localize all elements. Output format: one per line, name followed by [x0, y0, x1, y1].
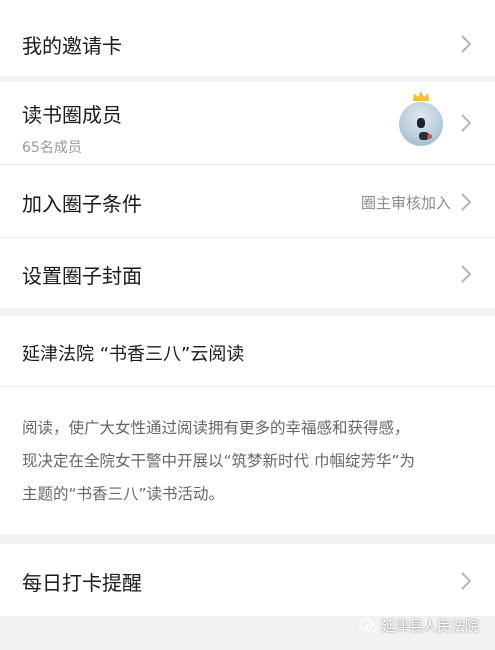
invite-card-label: 我的邀请卡	[22, 34, 122, 58]
chevron-right-icon	[459, 571, 473, 591]
daily-reminder-label: 每日打卡提醒	[22, 571, 142, 595]
description-line: 现决定在全院女干警中开展以“筑梦新时代 巾帼绽芳华”为	[22, 452, 415, 470]
chevron-right-icon	[459, 192, 473, 212]
cover-row[interactable]: 设置圈子封面	[0, 238, 495, 308]
description-line: 阅读，使广大女性通过阅读拥有更多的幸福感和获得感，	[22, 419, 410, 437]
chevron-right-icon	[459, 264, 473, 284]
reminder-section: 每日打卡提醒	[0, 544, 495, 616]
topic-section: 延津法院 “书香三八”云阅读 阅读，使广大女性通过阅读拥有更多的幸福感和获得感，…	[0, 316, 495, 534]
crown-icon	[413, 91, 429, 101]
invite-card-row[interactable]: 我的邀请卡	[0, 0, 495, 76]
divider	[0, 386, 495, 387]
description-line: 主题的“书香三八”读书活动。	[22, 485, 225, 503]
join-condition-value: 圈主审核加入	[360, 194, 451, 212]
join-condition-label: 加入圈子条件	[22, 192, 142, 216]
wechat-icon	[359, 618, 377, 633]
avatar	[399, 102, 443, 146]
members-row[interactable]: 读书圈成员 65名成员	[0, 82, 495, 164]
topic-description: 阅读，使广大女性通过阅读拥有更多的幸福感和获得感， 现决定在全院女干警中开展以“…	[22, 412, 474, 511]
watermark-text: 延津县人民法院	[381, 619, 479, 635]
member-count: 65名成员	[22, 140, 82, 156]
topic-title: 延津法院 “书香三八”云阅读	[22, 344, 245, 365]
chevron-right-icon	[459, 34, 473, 54]
members-label: 读书圈成员	[22, 103, 122, 127]
invite-card-section: 我的邀请卡	[0, 0, 495, 76]
chevron-right-icon	[459, 113, 473, 133]
owner-avatar	[399, 90, 445, 146]
join-condition-row[interactable]: 加入圈子条件 圈主审核加入	[0, 165, 495, 237]
cover-label: 设置圈子封面	[22, 264, 142, 288]
circle-settings-section: 读书圈成员 65名成员 加入圈子条件 圈主审核加入 设置圈子封面	[0, 82, 495, 308]
watermark: 延津县人民法院	[359, 616, 479, 636]
daily-reminder-row[interactable]: 每日打卡提醒	[0, 544, 495, 616]
